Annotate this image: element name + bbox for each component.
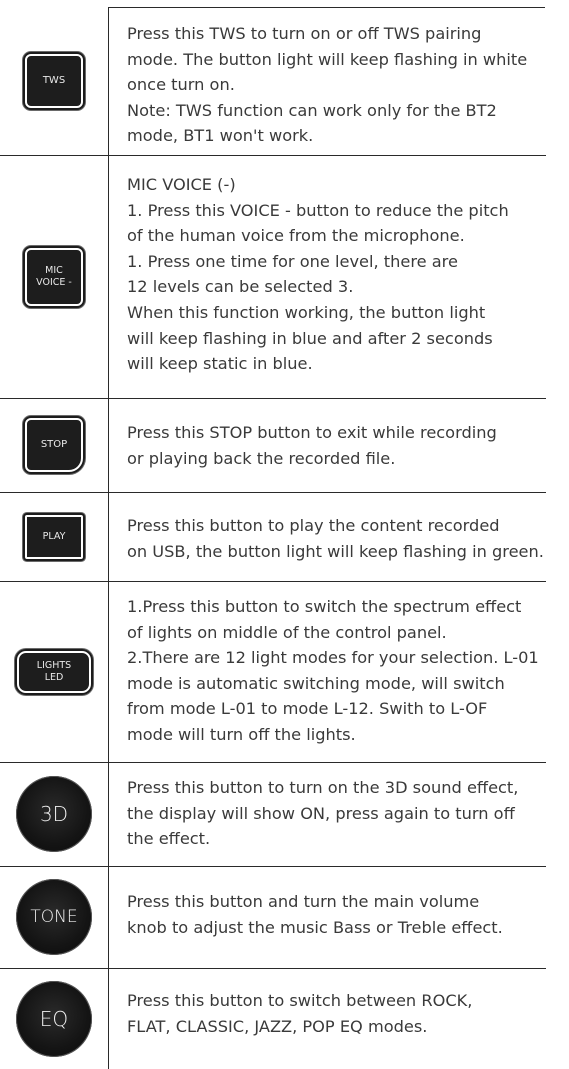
3d-button-icon: 3D — [16, 776, 92, 852]
tone-button-icon: TONE — [16, 879, 92, 955]
table-row: PLAY Press this button to play the conte… — [0, 492, 569, 581]
eq-button-icon: EQ — [16, 980, 92, 1057]
icon-cell: PLAY — [0, 492, 108, 581]
button-function-table: TWS Press this TWS to turn on or off TWS… — [0, 0, 569, 1069]
icon-cell: MIC VOICE - — [0, 155, 108, 398]
stop-button-icon: STOP — [25, 418, 83, 472]
description-text: Press this STOP button to exit while rec… — [127, 423, 497, 468]
play-button-icon: PLAY — [25, 514, 83, 559]
icon-cell: LIGHTS LED — [0, 581, 108, 762]
table-row: TONE Press this button and turn the main… — [0, 866, 569, 968]
icon-cell: TWS — [0, 7, 108, 155]
table-row: STOP Press this STOP button to exit whil… — [0, 398, 569, 492]
description-text: Press this button to play the content re… — [127, 516, 544, 561]
table-row: MIC VOICE - MIC VOICE (-) 1. Press this … — [0, 155, 569, 398]
table-row: TWS Press this TWS to turn on or off TWS… — [0, 7, 569, 155]
lights-led-button-icon: LIGHTS LED — [17, 650, 91, 693]
description-text: Press this TWS to turn on or off TWS pai… — [127, 24, 528, 146]
table-row: 3D Press this button to turn on the 3D s… — [0, 762, 569, 866]
description-text: Press this button and turn the main volu… — [127, 892, 503, 937]
description-text: 1.Press this button to switch the spectr… — [127, 597, 539, 744]
description-text: Press this button to switch between ROCK… — [127, 991, 473, 1036]
icon-cell: STOP — [0, 398, 108, 492]
icon-cell: EQ — [0, 968, 108, 1069]
table-row: EQ Press this button to switch between R… — [0, 968, 569, 1069]
table-row: LIGHTS LED 1.Press this button to switch… — [0, 581, 569, 762]
tws-button-icon: TWS — [25, 54, 83, 108]
icon-cell: 3D — [0, 762, 108, 866]
mic-voice-minus-button-icon: MIC VOICE - — [25, 247, 83, 306]
description-text: Press this button to turn on the 3D soun… — [127, 778, 519, 849]
icon-cell: TONE — [0, 866, 108, 968]
description-text: MIC VOICE (-) 1. Press this VOICE - butt… — [127, 175, 509, 374]
